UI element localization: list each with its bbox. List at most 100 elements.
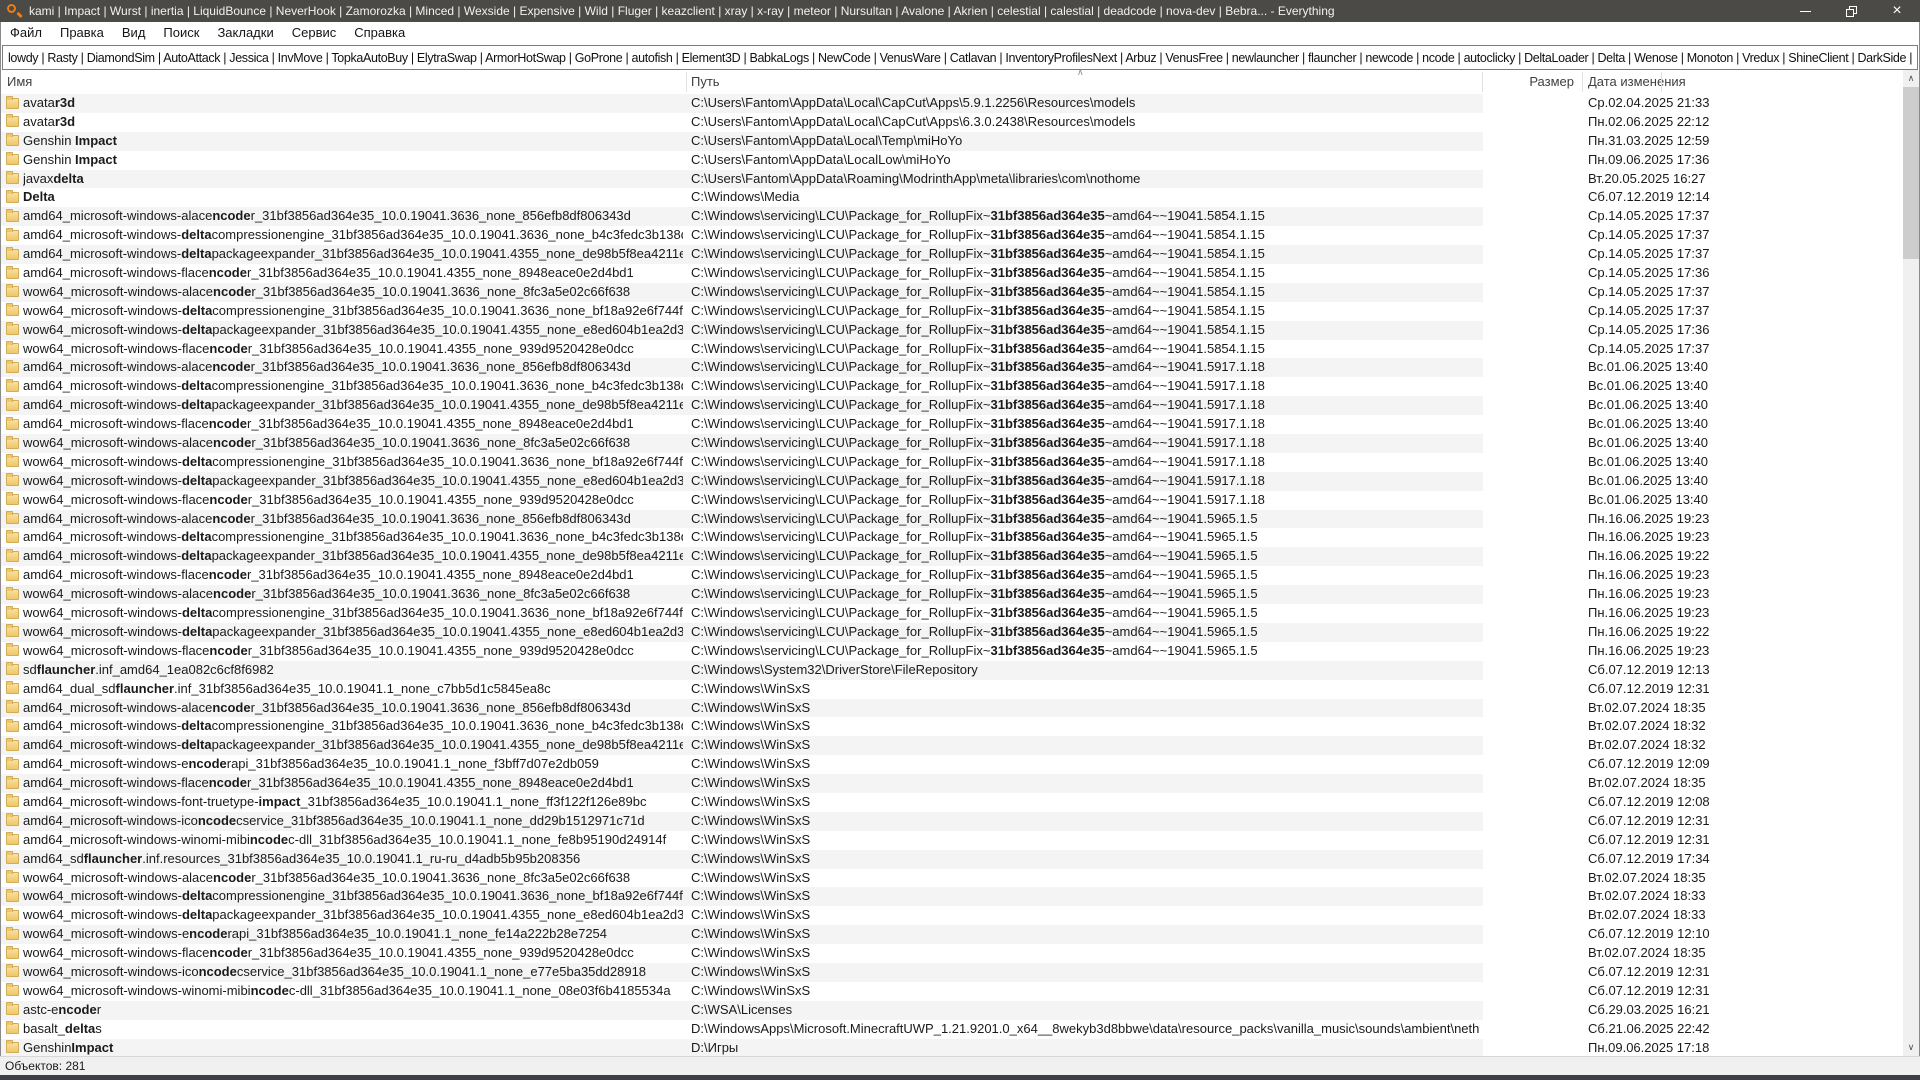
list-item[interactable]: amd64_microsoft-windows-alacencoder_31bf… (1, 510, 1903, 529)
list-item[interactable]: wow64_microsoft-windows-deltacompression… (1, 302, 1903, 321)
everything-window: kami | Impact | Wurst | inertia | Liquid… (0, 0, 1920, 1080)
item-path: C:\Windows\WinSxS (691, 699, 1479, 718)
list-item[interactable]: wow64_microsoft-windows-alacencoder_31bf… (1, 869, 1903, 888)
item-path: C:\Windows\System32\DriverStore\FileRepo… (691, 661, 1479, 680)
menu-bookmarks[interactable]: Закладки (208, 22, 282, 44)
list-item[interactable]: amd64_microsoft-windows-deltapackageexpa… (1, 396, 1903, 415)
column-separator[interactable] (1582, 72, 1583, 92)
list-item[interactable]: Genshin Impact C:\Users\Fantom\AppData\L… (1, 151, 1903, 170)
column-header-path[interactable]: Путь (691, 74, 720, 89)
item-date-modified: Сб.07.12.2019 17:34 (1588, 850, 1728, 869)
column-header-date[interactable]: Дата изменения (1588, 74, 1686, 89)
maximize-restore-button[interactable] (1828, 0, 1874, 22)
list-item[interactable]: amd64_microsoft-windows-alacencoder_31bf… (1, 207, 1903, 226)
list-item[interactable]: amd64_microsoft-windows-flacencoder_31bf… (1, 415, 1903, 434)
list-item[interactable]: amd64_microsoft-windows-iconcodecservice… (1, 812, 1903, 831)
list-item[interactable]: wow64_microsoft-windows-winomi-mibincode… (1, 982, 1903, 1001)
list-item[interactable]: wow64_microsoft-windows-iconcodecservice… (1, 963, 1903, 982)
list-item[interactable]: Delta C:\Windows\Media Сб.07.12.2019 12:… (1, 188, 1903, 207)
list-item[interactable]: basalt_deltas D:\WindowsApps\Microsoft.M… (1, 1020, 1903, 1039)
column-separator[interactable] (1482, 72, 1483, 92)
minimize-button[interactable] (1782, 0, 1828, 22)
list-item[interactable]: amd64_microsoft-windows-flacencoder_31bf… (1, 774, 1903, 793)
item-name: amd64_microsoft-windows-deltapackageexpa… (23, 245, 683, 264)
list-item[interactable]: wow64_microsoft-windows-deltapackageexpa… (1, 906, 1903, 925)
column-header-size[interactable]: Размер (1484, 74, 1574, 89)
list-item[interactable]: wow64_microsoft-windows-alacencoder_31bf… (1, 585, 1903, 604)
list-item[interactable]: avatar3d C:\Users\Fantom\AppData\Local\C… (1, 94, 1903, 113)
item-date-modified: Вт.02.07.2024 18:35 (1588, 774, 1728, 793)
folder-icon (6, 645, 19, 656)
list-item[interactable]: amd64_microsoft-windows-deltapackageexpa… (1, 245, 1903, 264)
menu-tools[interactable]: Сервис (283, 22, 346, 44)
vertical-scrollbar[interactable]: ∧ ∨ (1903, 70, 1919, 1056)
list-item[interactable]: amd64_microsoft-windows-deltapackageexpa… (1, 547, 1903, 566)
list-item[interactable]: amd64_microsoft-windows-deltacompression… (1, 226, 1903, 245)
list-item[interactable]: wow64_microsoft-windows-flacencoder_31bf… (1, 340, 1903, 359)
list-item[interactable]: wow64_microsoft-windows-deltapackageexpa… (1, 472, 1903, 491)
search-input[interactable] (2, 45, 1918, 70)
list-item[interactable]: amd64_microsoft-windows-winomi-mibincode… (1, 831, 1903, 850)
minimize-icon (1800, 11, 1811, 12)
list-item[interactable]: wow64_microsoft-windows-deltapackageexpa… (1, 623, 1903, 642)
column-header-name[interactable]: Имя (7, 74, 32, 89)
menu-file[interactable]: Файл (1, 22, 51, 44)
list-item[interactable]: amd64_microsoft-windows-encoderapi_31bf3… (1, 755, 1903, 774)
list-item[interactable]: wow64_microsoft-windows-flacencoder_31bf… (1, 944, 1903, 963)
list-item[interactable]: amd64_microsoft-windows-deltacompression… (1, 377, 1903, 396)
list-item[interactable]: amd64_microsoft-windows-flacencoder_31bf… (1, 264, 1903, 283)
menu-edit[interactable]: Правка (51, 22, 113, 44)
item-path: C:\WSA\Licenses (691, 1001, 1479, 1020)
item-date-modified: Вт.02.07.2024 18:32 (1588, 717, 1728, 736)
list-item[interactable]: amd64_dual_sdflauncher.inf_31bf3856ad364… (1, 680, 1903, 699)
list-item[interactable]: sdflauncher.inf_amd64_1ea082c6cf8f6982 C… (1, 661, 1903, 680)
list-item[interactable]: wow64_microsoft-windows-deltapackageexpa… (1, 321, 1903, 340)
item-path: C:\Windows\WinSxS (691, 906, 1479, 925)
item-path: D:\Игры (691, 1039, 1479, 1056)
list-item[interactable]: astc-encoder C:\WSA\Licenses Сб.29.03.20… (1, 1001, 1903, 1020)
column-separator[interactable] (686, 72, 687, 92)
list-item[interactable]: wow64_microsoft-windows-encoderapi_31bf3… (1, 925, 1903, 944)
list-item[interactable]: amd64_microsoft-windows-deltapackageexpa… (1, 736, 1903, 755)
list-item[interactable]: javaxdelta C:\Users\Fantom\AppData\Roami… (1, 170, 1903, 189)
scroll-up-icon[interactable]: ∧ (1903, 70, 1919, 87)
item-date-modified: Вс.01.06.2025 13:40 (1588, 377, 1728, 396)
item-date-modified: Сб.07.12.2019 12:13 (1588, 661, 1728, 680)
list-item[interactable]: wow64_microsoft-windows-flacencoder_31bf… (1, 491, 1903, 510)
item-name: amd64_microsoft-windows-iconcodecservice… (23, 812, 683, 831)
menu-search[interactable]: Поиск (154, 22, 208, 44)
item-date-modified: Пн.02.06.2025 22:12 (1588, 113, 1728, 132)
list-item[interactable]: amd64_microsoft-windows-deltacompression… (1, 717, 1903, 736)
list-item[interactable]: Genshin Impact C:\Users\Fantom\AppData\L… (1, 132, 1903, 151)
list-item[interactable]: wow64_microsoft-windows-deltacompression… (1, 453, 1903, 472)
list-item[interactable]: wow64_microsoft-windows-alacencoder_31bf… (1, 434, 1903, 453)
list-item[interactable]: wow64_microsoft-windows-deltacompression… (1, 887, 1903, 906)
list-item[interactable]: wow64_microsoft-windows-alacencoder_31bf… (1, 283, 1903, 302)
list-item[interactable]: amd64_sdflauncher.inf.resources_31bf3856… (1, 850, 1903, 869)
item-name: amd64_microsoft-windows-alacencoder_31bf… (23, 510, 683, 529)
list-item[interactable]: amd64_microsoft-windows-flacencoder_31bf… (1, 566, 1903, 585)
item-name: amd64_microsoft-windows-flacencoder_31bf… (23, 774, 683, 793)
folder-icon (6, 249, 19, 260)
folder-icon (6, 362, 19, 373)
folder-icon (6, 702, 19, 713)
list-item[interactable]: wow64_microsoft-windows-flacencoder_31bf… (1, 642, 1903, 661)
list-item[interactable]: avatar3d C:\Users\Fantom\AppData\Local\C… (1, 113, 1903, 132)
list-item[interactable]: amd64_microsoft-windows-alacencoder_31bf… (1, 358, 1903, 377)
menu-view[interactable]: Вид (113, 22, 155, 44)
scrollbar-thumb[interactable] (1903, 87, 1919, 259)
item-date-modified: Пн.16.06.2025 19:23 (1588, 566, 1728, 585)
list-item[interactable]: GenshinImpact D:\Игры Пн.09.06.2025 17:1… (1, 1039, 1903, 1056)
close-button[interactable]: × (1874, 0, 1920, 22)
list-item[interactable]: amd64_microsoft-windows-deltacompression… (1, 528, 1903, 547)
list-item[interactable]: amd64_microsoft-windows-alacencoder_31bf… (1, 699, 1903, 718)
list-item[interactable]: wow64_microsoft-windows-deltacompression… (1, 604, 1903, 623)
item-name: amd64_microsoft-windows-deltacompression… (23, 717, 683, 736)
folder-icon (6, 966, 19, 977)
column-separator[interactable] (1661, 72, 1662, 92)
item-name: wow64_microsoft-windows-deltapackageexpa… (23, 472, 683, 491)
item-path: C:\Windows\servicing\LCU\Package_for_Rol… (691, 396, 1479, 415)
menu-help[interactable]: Справка (345, 22, 414, 44)
list-item[interactable]: amd64_microsoft-windows-font-truetype-im… (1, 793, 1903, 812)
scroll-down-icon[interactable]: ∨ (1903, 1039, 1919, 1056)
